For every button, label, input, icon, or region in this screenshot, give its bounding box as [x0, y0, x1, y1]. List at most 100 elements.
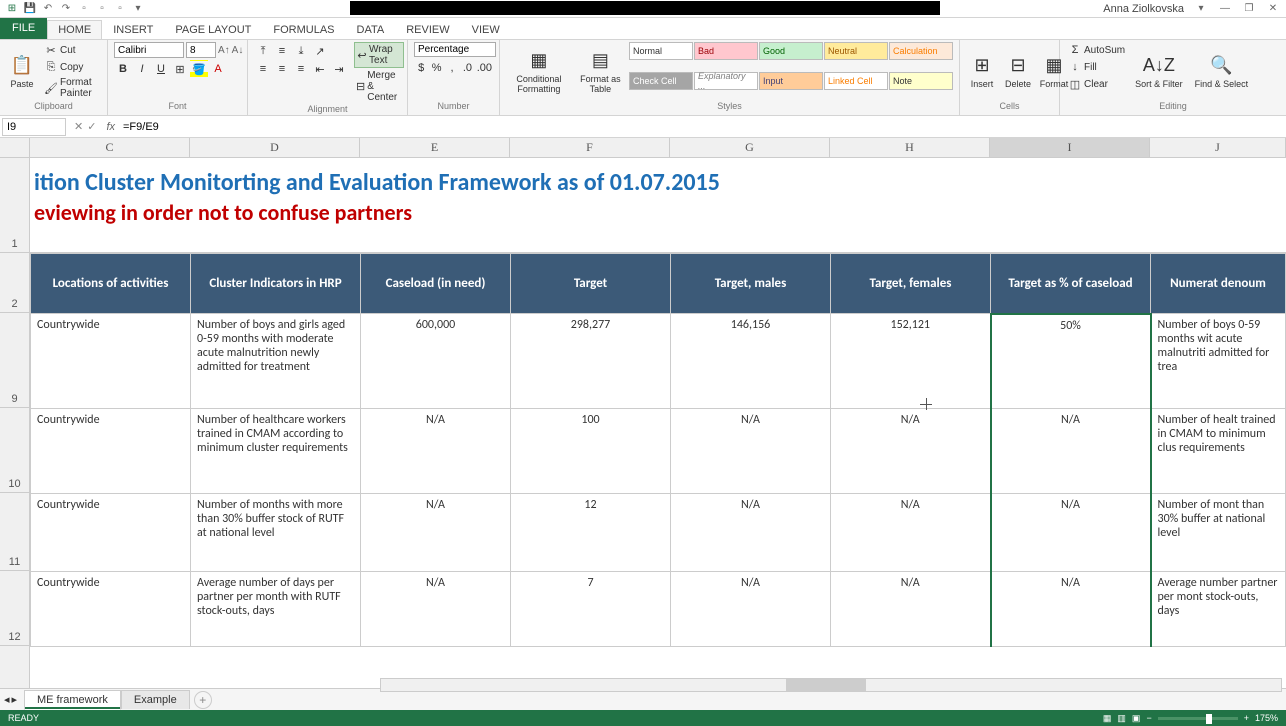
- cell-females[interactable]: 152,121: [831, 314, 991, 409]
- cell-pct[interactable]: N/A: [991, 409, 1151, 494]
- th-caseload[interactable]: Caseload (in need): [361, 254, 511, 314]
- view-layout-icon[interactable]: ▥: [1117, 713, 1126, 724]
- font-name-combo[interactable]: [114, 42, 184, 58]
- fill-button[interactable]: ↓Fill: [1066, 59, 1127, 75]
- font-color-button[interactable]: A: [209, 60, 227, 78]
- style-calculation[interactable]: Calculation: [889, 42, 953, 60]
- style-bad[interactable]: Bad: [694, 42, 758, 60]
- colhead-c[interactable]: C: [30, 138, 190, 157]
- colhead-h[interactable]: H: [830, 138, 990, 157]
- tab-page-layout[interactable]: PAGE LAYOUT: [164, 20, 262, 39]
- add-sheet-button[interactable]: +: [194, 691, 212, 709]
- cell-pct[interactable]: N/A: [991, 494, 1151, 572]
- delete-cells-button[interactable]: ⊟Delete: [1002, 42, 1034, 101]
- colhead-i[interactable]: I: [990, 138, 1150, 157]
- underline-button[interactable]: U: [152, 60, 170, 78]
- zoom-in-icon[interactable]: +: [1244, 713, 1249, 723]
- border-button[interactable]: ⊞: [171, 60, 189, 78]
- cancel-formula-icon[interactable]: ✕: [74, 120, 83, 133]
- tab-insert[interactable]: INSERT: [102, 20, 164, 39]
- rowhead-2[interactable]: 2: [0, 253, 29, 313]
- name-box[interactable]: [2, 118, 66, 136]
- align-left-icon[interactable]: ≡: [254, 60, 272, 78]
- cell-numerator[interactable]: Average number partner per mont stock-ou…: [1151, 572, 1286, 647]
- undo-icon[interactable]: ↶: [40, 1, 56, 17]
- hscroll-thumb[interactable]: [786, 679, 866, 691]
- cell-pct[interactable]: N/A: [991, 572, 1151, 647]
- align-right-icon[interactable]: ≡: [292, 60, 310, 78]
- rowhead-10[interactable]: 10: [0, 408, 29, 493]
- cell-pct[interactable]: 50%: [991, 314, 1151, 409]
- inc-decimal-icon[interactable]: .0: [460, 59, 474, 77]
- cell-males[interactable]: N/A: [671, 494, 831, 572]
- find-select-button[interactable]: 🔍Find & Select: [1191, 42, 1253, 101]
- dec-decimal-icon[interactable]: .00: [476, 59, 493, 77]
- comma-icon[interactable]: ,: [445, 59, 459, 77]
- percent-icon[interactable]: %: [429, 59, 443, 77]
- cell-caseload[interactable]: N/A: [361, 409, 511, 494]
- th-pct[interactable]: Target as % of caseload: [991, 254, 1151, 314]
- rowhead-1[interactable]: 1: [0, 158, 29, 253]
- zoom-level[interactable]: 175%: [1255, 713, 1278, 723]
- align-bottom-icon[interactable]: ⤓: [292, 42, 310, 60]
- colhead-f[interactable]: F: [510, 138, 670, 157]
- select-all-corner[interactable]: [0, 138, 30, 157]
- zoom-out-icon[interactable]: −: [1146, 713, 1151, 723]
- cell-females[interactable]: N/A: [831, 572, 991, 647]
- restore-icon[interactable]: ❐: [1240, 2, 1258, 16]
- cell-indicator[interactable]: Average number of days per partner per m…: [191, 572, 361, 647]
- file-tab[interactable]: FILE: [0, 17, 47, 39]
- paste-button[interactable]: 📋 Paste: [6, 42, 38, 101]
- tab-review[interactable]: REVIEW: [395, 20, 460, 39]
- tab-formulas[interactable]: FORMULAS: [262, 20, 345, 39]
- qat-icon-1[interactable]: ▫: [76, 1, 92, 17]
- rowhead-11[interactable]: 11: [0, 493, 29, 571]
- increase-font-icon[interactable]: A↑: [218, 42, 230, 58]
- cell-males[interactable]: N/A: [671, 409, 831, 494]
- cell-location[interactable]: Countrywide: [31, 494, 191, 572]
- bold-button[interactable]: B: [114, 60, 132, 78]
- cell-target[interactable]: 12: [511, 494, 671, 572]
- italic-button[interactable]: I: [133, 60, 151, 78]
- align-center-icon[interactable]: ≡: [273, 60, 291, 78]
- view-break-icon[interactable]: ▣: [1132, 713, 1141, 724]
- cell-indicator[interactable]: Number of boys and girls aged 0-59 month…: [191, 314, 361, 409]
- cell-location[interactable]: Countrywide: [31, 572, 191, 647]
- indent-dec-icon[interactable]: ⇤: [311, 60, 329, 78]
- format-painter-button[interactable]: 🖌Format Painter: [42, 76, 101, 100]
- rowhead-9[interactable]: 9: [0, 313, 29, 408]
- orientation-icon[interactable]: ↗: [311, 42, 329, 60]
- currency-icon[interactable]: $: [414, 59, 428, 77]
- font-size-combo[interactable]: [186, 42, 216, 58]
- cell-males[interactable]: N/A: [671, 572, 831, 647]
- insert-cells-button[interactable]: ⊞Insert: [966, 42, 998, 101]
- th-males[interactable]: Target, males: [671, 254, 831, 314]
- style-good[interactable]: Good: [759, 42, 823, 60]
- cell-numerator[interactable]: Number of mont than 30% buffer at nation…: [1151, 494, 1286, 572]
- style-normal[interactable]: Normal: [629, 42, 693, 60]
- style-explanatory[interactable]: Explanatory ...: [694, 72, 758, 90]
- style-check-cell[interactable]: Check Cell: [629, 72, 693, 90]
- conditional-formatting-button[interactable]: ▦Conditional Formatting: [506, 42, 572, 101]
- style-linked-cell[interactable]: Linked Cell: [824, 72, 888, 90]
- clear-button[interactable]: ◫Clear: [1066, 76, 1127, 92]
- horizontal-scrollbar[interactable]: [380, 678, 1282, 692]
- cell-indicator[interactable]: Number of healthcare workers trained in …: [191, 409, 361, 494]
- style-input[interactable]: Input: [759, 72, 823, 90]
- format-as-table-button[interactable]: ▤Format as Table: [576, 42, 625, 101]
- merge-center-button[interactable]: ⊟Merge & Center: [354, 69, 404, 104]
- tab-view[interactable]: VIEW: [461, 20, 511, 39]
- accept-formula-icon[interactable]: ✓: [87, 120, 96, 133]
- colhead-d[interactable]: D: [190, 138, 360, 157]
- cell-target[interactable]: 100: [511, 409, 671, 494]
- style-neutral[interactable]: Neutral: [824, 42, 888, 60]
- cell-target[interactable]: 7: [511, 572, 671, 647]
- cell-females[interactable]: N/A: [831, 409, 991, 494]
- cell-caseload[interactable]: 600,000: [361, 314, 511, 409]
- cell-numerator[interactable]: Number of healt trained in CMAM to minim…: [1151, 409, 1286, 494]
- number-format-combo[interactable]: [414, 42, 496, 57]
- th-numerator[interactable]: Numerat denoum: [1151, 254, 1286, 314]
- qat-icon-3[interactable]: ▫: [112, 1, 128, 17]
- align-mid-icon[interactable]: ≡: [273, 42, 291, 60]
- style-note[interactable]: Note: [889, 72, 953, 90]
